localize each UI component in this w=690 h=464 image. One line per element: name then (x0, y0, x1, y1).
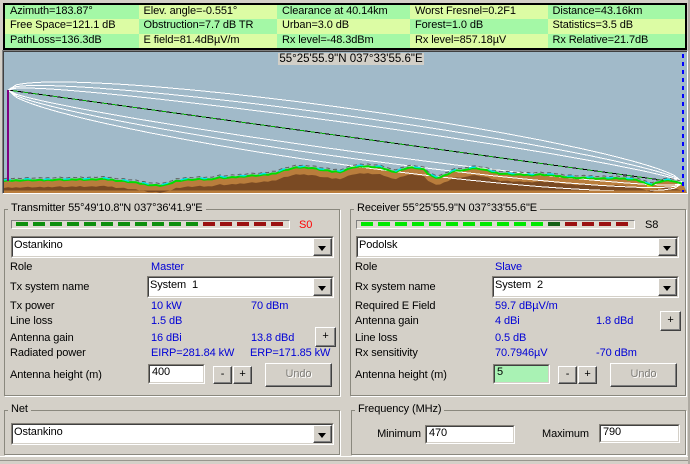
svg-text:55°25'55.9"N 037°33'55.6"E: 55°25'55.9"N 037°33'55.6"E (279, 53, 423, 65)
